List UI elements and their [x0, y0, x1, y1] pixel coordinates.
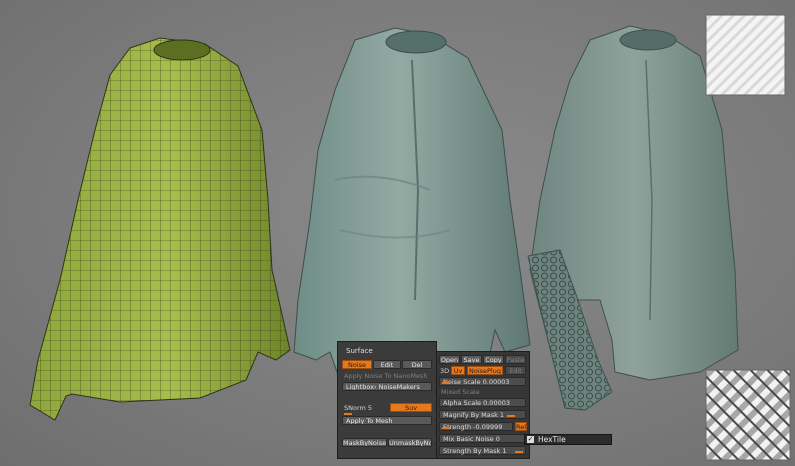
3d-button[interactable]: 3D [440, 367, 449, 375]
suv-button[interactable]: Suv [390, 403, 432, 412]
strength-by-mask-label: Strength By Mask 1 [443, 447, 507, 455]
noise-plug-panel: Open Save Copy Paste 3D Uv NoisePlug Edi… [436, 351, 530, 459]
alpha-swatch-stripes [705, 14, 786, 96]
magnify-by-mask-slider[interactable]: Magnify By Mask 1 [439, 410, 526, 419]
mask-by-noise-button[interactable]: MaskByNoise [342, 438, 387, 447]
paste-button[interactable]: Paste [505, 355, 526, 364]
strength-label: Strength -0.09999 [443, 423, 503, 431]
mix-basic-noise-label: Mix Basic Noise 0 [443, 435, 500, 443]
snorm-slider-indicator [344, 413, 352, 415]
strength-indicator [442, 427, 450, 429]
alpha-scale-slider[interactable]: Alpha Scale 0.00003 [439, 398, 526, 407]
apply-to-mesh-button[interactable]: Apply To Mesh [342, 416, 432, 425]
noiseplug-button[interactable]: NoisePlug [467, 366, 503, 375]
surface-title: Surface [346, 347, 373, 355]
noiseplug-edit-button[interactable]: Edit [505, 366, 526, 375]
rel-button[interactable]: Rel [515, 422, 527, 431]
noise-button[interactable]: Noise [342, 360, 372, 369]
hextile-toggle[interactable]: ✓ HexTile [524, 434, 612, 445]
strength-by-mask-indicator [515, 451, 523, 453]
copy-button[interactable]: Copy [483, 355, 504, 364]
uv-button[interactable]: Uv [451, 366, 465, 375]
strength-by-mask-slider[interactable]: Strength By Mask 1 [439, 446, 526, 455]
mix-basic-noise-slider[interactable]: Mix Basic Noise 0 [439, 434, 526, 443]
snorm-slider[interactable]: SNorm 5 [344, 404, 372, 412]
alpha-scale-label: Alpha Scale 0.00003 [443, 399, 510, 407]
hextile-label: HexTile [538, 435, 566, 444]
save-button[interactable]: Save [461, 355, 482, 364]
alpha-swatch-weave [705, 369, 791, 461]
mixed-scale-slider[interactable]: Mixed Scale [441, 388, 480, 396]
edit-button[interactable]: Edit [373, 360, 401, 369]
surface-panel: Surface Noise Edit Del Apply Noise To Na… [337, 341, 437, 459]
noise-scale-label: Noise Scale 0.00003 [443, 378, 510, 386]
magnify-by-mask-label: Magnify By Mask 1 [443, 411, 505, 419]
noise-scale-indicator [442, 382, 450, 384]
torso-wireframe [29, 37, 291, 421]
noise-scale-slider[interactable]: Noise Scale 0.00003 [439, 377, 526, 386]
hextile-checkbox[interactable]: ✓ [527, 436, 534, 443]
apply-noise-nanomesh-button[interactable]: Apply Noise To NanoMesh [344, 372, 427, 380]
open-button[interactable]: Open [439, 355, 460, 364]
strength-slider[interactable]: Strength -0.09999 [439, 422, 513, 431]
unmask-by-noise-button[interactable]: UnmaskByNo [388, 438, 432, 447]
del-button[interactable]: Del [402, 360, 432, 369]
lightbox-noisemakers-button[interactable]: Lightbox› NoiseMakers [342, 382, 432, 391]
magnify-indicator [507, 415, 515, 417]
